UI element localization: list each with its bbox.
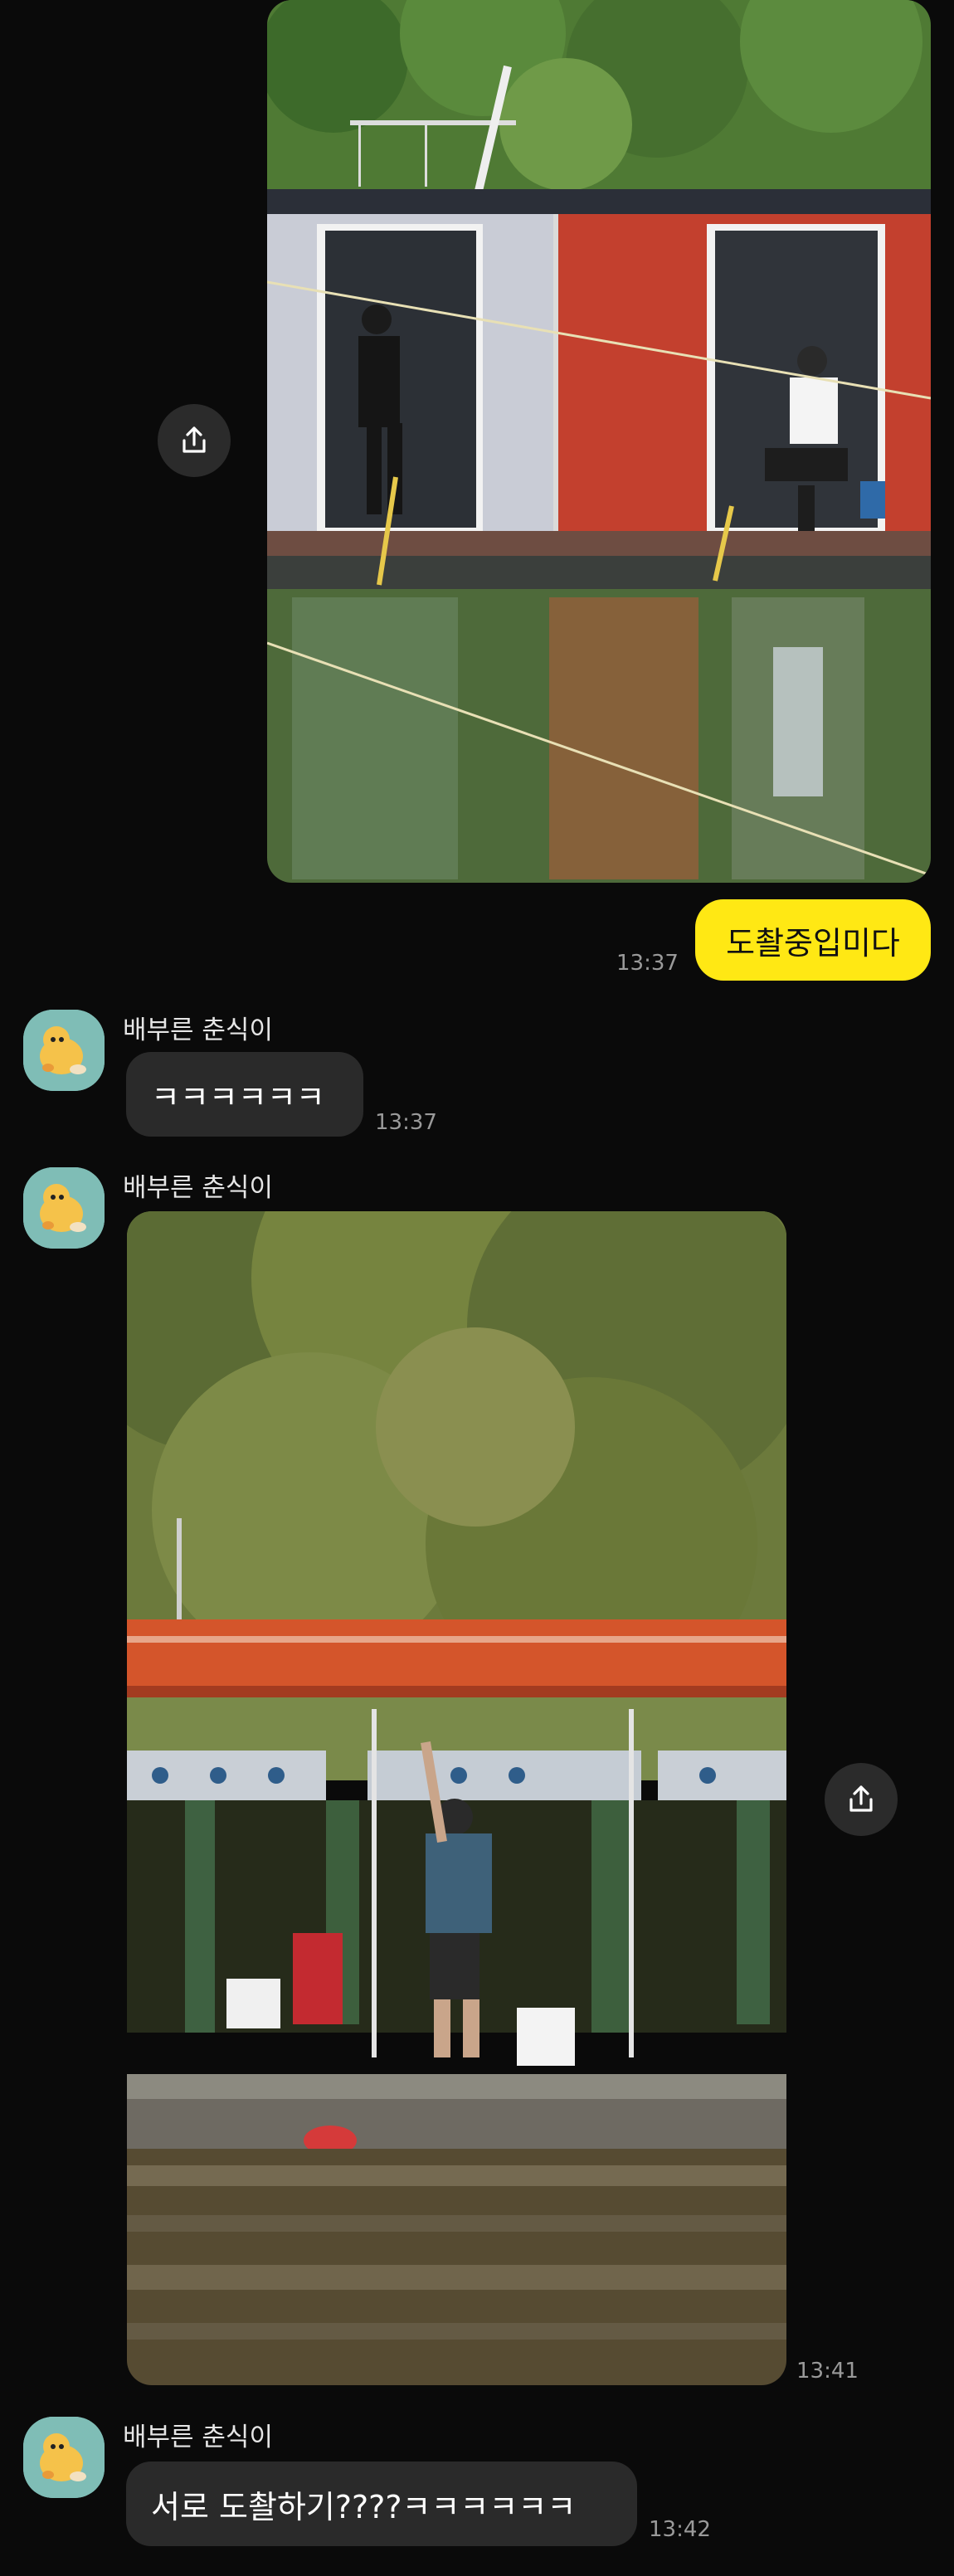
message-time: 13:37	[375, 1110, 437, 1135]
sender-avatar[interactable]	[23, 1010, 105, 1091]
my-message-bubble[interactable]: 도촬중입미다	[695, 899, 931, 981]
received-photo-fishing-dock[interactable]	[127, 1211, 786, 2385]
sender-name: 배부른 춘식이	[123, 2423, 273, 2452]
chunsik-character-avatar	[23, 2417, 105, 2498]
share-upload-icon	[183, 426, 206, 453]
message-time: 13:42	[649, 2517, 711, 2542]
message-time: 13:41	[796, 2359, 859, 2384]
sender-avatar[interactable]	[23, 1167, 105, 1249]
message-text: 서로 도촬하기????ㅋㅋㅋㅋㅋㅋ	[151, 2488, 577, 2525]
sender-name: 배부른 춘식이	[123, 1015, 273, 1045]
chunsik-character-avatar	[23, 1010, 105, 1091]
their-message-bubble[interactable]: 서로 도촬하기????ㅋㅋㅋㅋㅋㅋ	[126, 2462, 637, 2546]
share-button[interactable]	[158, 404, 231, 477]
photo-image	[127, 1211, 786, 2385]
share-button[interactable]	[825, 1763, 898, 1836]
sender-name: 배부른 춘식이	[123, 1173, 273, 1203]
message-text: ㅋㅋㅋㅋㅋㅋ	[151, 1079, 325, 1116]
their-message-bubble[interactable]: ㅋㅋㅋㅋㅋㅋ	[126, 1052, 363, 1137]
chunsik-character-avatar	[23, 1167, 105, 1249]
share-upload-icon	[849, 1785, 873, 1812]
message-time: 13:37	[616, 951, 679, 976]
sender-avatar[interactable]	[23, 2417, 105, 2498]
sent-photo-fishing-booths[interactable]	[267, 0, 931, 883]
photo-image	[267, 0, 931, 883]
